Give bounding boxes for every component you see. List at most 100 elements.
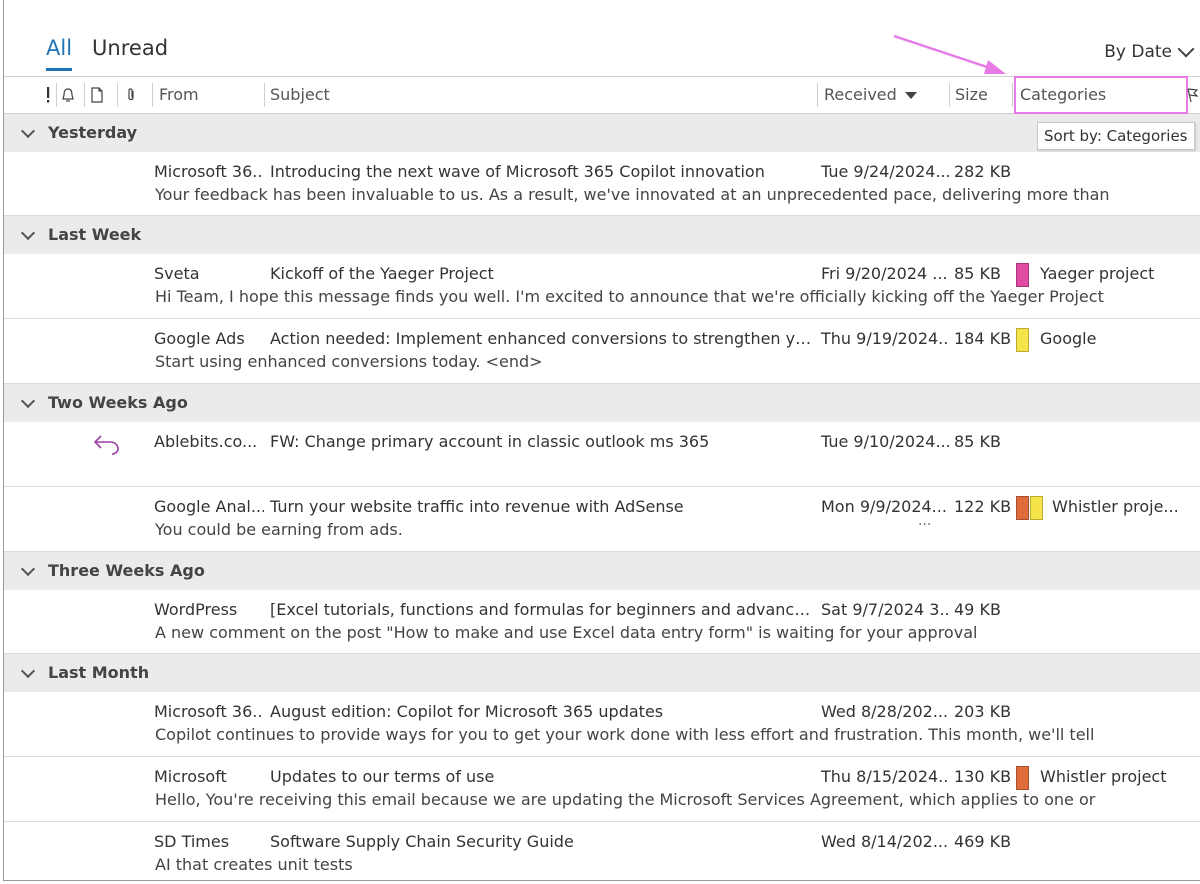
forwarded-reply-icon	[93, 435, 119, 455]
message-row[interactable]: Microsoft 36... August edition: Copilot …	[4, 692, 1200, 757]
message-preview: AI that creates unit tests	[155, 855, 353, 874]
sort-descending-icon	[904, 92, 917, 99]
tab-all[interactable]: All	[46, 36, 73, 71]
message-received: Tue 9/10/2024...	[821, 432, 949, 451]
group-header-two-weeks-ago[interactable]: Two Weeks Ago	[4, 384, 1200, 422]
message-from: Microsoft	[154, 767, 227, 786]
subject-column-header[interactable]: Subject	[270, 77, 330, 113]
importance-column-icon[interactable]	[44, 86, 52, 104]
column-separator	[56, 83, 57, 107]
sort-tooltip: Sort by: Categories	[1037, 122, 1195, 150]
message-row[interactable]: Ablebits.co... FW: Change primary accoun…	[4, 422, 1200, 487]
message-received: Fri 9/20/2024 ...	[821, 264, 948, 283]
more-categories-indicator: ...	[918, 513, 932, 529]
message-subject: Updates to our terms of use	[270, 767, 495, 786]
received-column-header[interactable]: Received	[824, 77, 917, 113]
category-color-swatch	[1016, 263, 1029, 287]
category-color-swatch	[1016, 766, 1029, 790]
sort-by-dropdown[interactable]: By Date	[1104, 40, 1195, 62]
message-from: Sveta	[154, 264, 200, 283]
message-preview: You could be earning from ads.	[155, 520, 403, 539]
message-size: 122 KB	[954, 497, 1012, 516]
chevron-down-icon	[1177, 40, 1195, 58]
message-size: 85 KB	[954, 432, 1001, 451]
message-subject: Kickoff of the Yaeger Project	[270, 264, 494, 283]
message-subject: Turn your website traffic into revenue w…	[270, 497, 684, 516]
message-received: Thu 8/15/2024...	[821, 767, 949, 786]
category-color-swatch	[1016, 328, 1029, 352]
message-category: Yaeger project	[1040, 264, 1155, 283]
message-row[interactable]: SD Times Software Supply Chain Security …	[4, 822, 1200, 881]
message-preview: Copilot continues to provide ways for yo…	[155, 725, 1095, 744]
group-header-yesterday[interactable]: Yesterday	[4, 114, 1200, 152]
group-header-last-month[interactable]: Last Month	[4, 654, 1200, 692]
group-header-last-week[interactable]: Last Week	[4, 216, 1200, 254]
group-label: Last Month	[48, 663, 150, 682]
message-size: 130 KB	[954, 767, 1012, 786]
column-header-row: From Subject Received Size Categories	[4, 76, 1200, 114]
message-subject: Action needed: Implement enhanced conver…	[270, 329, 814, 348]
message-from: Google Anal...	[154, 497, 264, 516]
message-row[interactable]: WordPress [Excel tutorials, functions an…	[4, 590, 1200, 654]
message-from: SD Times	[154, 832, 230, 851]
category-color-swatch	[1016, 496, 1029, 520]
message-preview: A new comment on the post "How to make a…	[155, 623, 978, 642]
message-received: Tue 9/24/2024...	[821, 162, 949, 181]
column-separator	[117, 83, 118, 107]
message-received: Thu 9/19/2024...	[821, 329, 949, 348]
message-size: 85 KB	[954, 264, 1001, 283]
from-column-header[interactable]: From	[159, 77, 199, 113]
message-from: Google Ads	[154, 329, 245, 348]
message-subject: Software Supply Chain Security Guide	[270, 832, 574, 851]
message-preview: Your feedback has been invaluable to us.…	[155, 185, 1110, 204]
column-separator	[817, 83, 818, 107]
reminder-bell-icon[interactable]	[59, 86, 77, 104]
message-size: 282 KB	[954, 162, 1012, 181]
group-label: Two Weeks Ago	[48, 393, 188, 412]
column-separator	[949, 83, 950, 107]
message-row[interactable]: Google Ads Action needed: Implement enha…	[4, 319, 1200, 384]
message-preview: Hello, You're receiving this email becau…	[155, 790, 1096, 809]
message-category: Whistler project	[1040, 767, 1167, 786]
message-size: 469 KB	[954, 832, 1012, 851]
column-separator	[84, 83, 85, 107]
message-subject: FW: Change primary account in classic ou…	[270, 432, 710, 451]
flag-icon[interactable]	[1184, 86, 1200, 104]
message-row[interactable]: Microsoft Updates to our terms of use Th…	[4, 757, 1200, 822]
message-from: WordPress	[154, 600, 238, 619]
message-preview: Hi Team, I hope this message finds you w…	[155, 287, 1104, 306]
tab-unread[interactable]: Unread	[92, 36, 168, 60]
message-subject: Introducing the next wave of Microsoft 3…	[270, 162, 765, 181]
message-size: 203 KB	[954, 702, 1012, 721]
categories-highlight-box	[1014, 76, 1188, 114]
message-size: 184 KB	[954, 329, 1012, 348]
message-row[interactable]: Microsoft 36... Introducing the next wav…	[4, 152, 1200, 216]
document-icon[interactable]	[89, 86, 105, 104]
message-from: Microsoft 36...	[154, 702, 264, 721]
message-subject: [Excel tutorials, functions and formulas…	[270, 600, 814, 619]
chevron-down-icon	[20, 393, 36, 409]
message-row[interactable]: Google Anal... Turn your website traffic…	[4, 487, 1200, 552]
message-preview: Start using enhanced conversions today. …	[155, 352, 543, 371]
message-size: 49 KB	[954, 600, 1001, 619]
chevron-down-icon	[20, 663, 36, 679]
column-separator	[264, 83, 265, 107]
message-from: Microsoft 36...	[154, 162, 264, 181]
message-received: Wed 8/28/202...	[821, 702, 949, 721]
message-received: Wed 8/14/202...	[821, 832, 949, 851]
message-category: Whistler proje...	[1052, 497, 1179, 516]
group-label: Last Week	[48, 225, 142, 244]
group-label: Yesterday	[48, 123, 138, 142]
chevron-down-icon	[20, 123, 36, 139]
message-from: Ablebits.co...	[154, 432, 258, 451]
group-header-three-weeks-ago[interactable]: Three Weeks Ago	[4, 552, 1200, 590]
category-color-swatch	[1030, 496, 1043, 520]
sort-by-label: By Date	[1104, 42, 1172, 62]
filter-tabs: All Unread	[46, 36, 188, 71]
message-received: Sat 9/7/2024 3...	[821, 600, 949, 619]
column-separator	[1012, 83, 1013, 107]
message-row[interactable]: Sveta Kickoff of the Yaeger Project Fri …	[4, 254, 1200, 319]
attachment-icon[interactable]	[124, 86, 138, 104]
message-category: Google	[1040, 329, 1097, 348]
size-column-header[interactable]: Size	[955, 77, 988, 113]
